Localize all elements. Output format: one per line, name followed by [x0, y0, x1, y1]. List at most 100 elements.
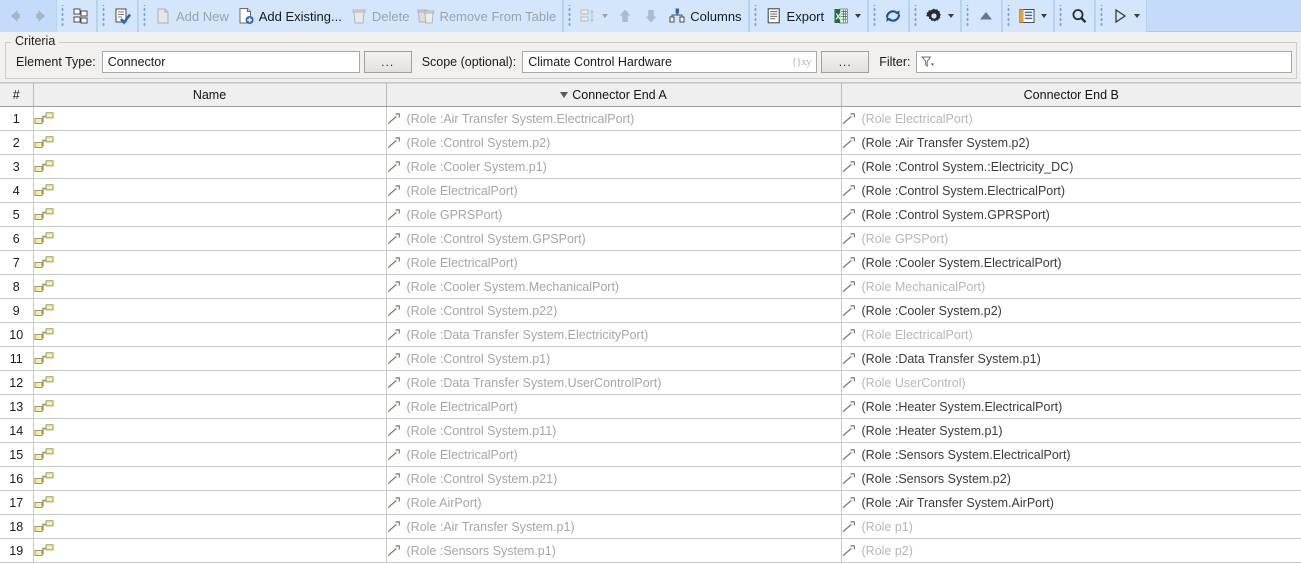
column-header-end-a[interactable]: Connector End A [386, 83, 842, 107]
column-header-name[interactable]: Name [33, 83, 387, 107]
options-button[interactable] [921, 3, 947, 29]
chevron-down-icon[interactable] [855, 14, 862, 18]
delete-button[interactable]: Delete [346, 3, 414, 29]
export-excel-button[interactable]: X [828, 3, 854, 29]
filter-funnel-icon[interactable] [921, 56, 935, 68]
table-row[interactable]: 12 (Role :Data Transfer System.UserContro… [0, 370, 1301, 395]
table-row[interactable]: 4 (Role ElectricalPort) (Role :Control Sys… [0, 178, 1301, 203]
refresh-button[interactable] [880, 3, 906, 29]
connector-end-a-cell[interactable]: (Role ElectricalPort) [386, 442, 842, 467]
connector-end-b-cell[interactable]: (Role :Sensors System.ElectricalPort) [841, 442, 1301, 467]
table-row[interactable]: 7 (Role ElectricalPort) (Role :Cooler Syst… [0, 250, 1301, 275]
connector-end-a-cell[interactable]: (Role :Data Transfer System.ElectricityP… [386, 322, 842, 347]
name-cell[interactable] [33, 346, 387, 371]
connector-end-a-cell[interactable]: (Role :Control System.p21) [386, 466, 842, 491]
column-header-number[interactable]: # [0, 83, 34, 107]
chevron-down-icon[interactable] [1134, 14, 1141, 18]
connector-end-b-cell[interactable]: (Role MechanicalPort) [841, 274, 1301, 299]
connector-end-a-cell[interactable]: (Role :Control System.p11) [386, 418, 842, 443]
remove-from-table-button[interactable]: Remove From Table [413, 3, 560, 29]
table-row[interactable]: 2 (Role :Control System.p2) (Role :Air Tra… [0, 130, 1301, 155]
name-cell[interactable] [33, 154, 387, 179]
collapse-button[interactable] [973, 3, 999, 29]
table-row[interactable]: 13 (Role ElectricalPort) (Role :Heater Sys… [0, 394, 1301, 419]
name-cell[interactable] [33, 298, 387, 323]
table-row[interactable]: 17 (Role AirPort) (Role :Air Transfer Syst… [0, 490, 1301, 515]
connector-end-b-cell[interactable]: (Role :Sensors System.p2) [841, 466, 1301, 491]
scope-input[interactable]: Climate Control Hardware {}xy [522, 51, 818, 73]
name-cell[interactable] [33, 226, 387, 251]
name-cell[interactable] [33, 178, 387, 203]
results-table-container[interactable]: # Name Connector End A Connector End B 1… [0, 83, 1301, 563]
scope-browse-button[interactable]: ... [821, 51, 870, 73]
connector-end-a-cell[interactable]: (Role :Air Transfer System.ElectricalPor… [386, 106, 842, 131]
connector-end-b-cell[interactable]: (Role :Data Transfer System.p1) [841, 346, 1301, 371]
connector-end-a-cell[interactable]: (Role GPRSPort) [386, 202, 842, 227]
add-new-button[interactable]: Add New [150, 3, 233, 29]
name-cell[interactable] [33, 538, 387, 563]
connector-end-b-cell[interactable]: (Role p2) [841, 538, 1301, 563]
chevron-down-icon[interactable] [948, 14, 955, 18]
forward-button[interactable] [28, 3, 54, 29]
name-cell[interactable] [33, 394, 387, 419]
name-cell[interactable] [33, 466, 387, 491]
connector-end-b-cell[interactable]: (Role p1) [841, 514, 1301, 539]
connector-end-b-cell[interactable]: (Role :Heater System.ElectricalPort) [841, 394, 1301, 419]
connector-end-b-cell[interactable]: (Role :Air Transfer System.p2) [841, 130, 1301, 155]
move-up-button[interactable] [612, 3, 638, 29]
name-cell[interactable] [33, 490, 387, 515]
connector-end-b-cell[interactable]: (Role :Air Transfer System.AirPort) [841, 490, 1301, 515]
run-button[interactable] [1107, 3, 1133, 29]
connector-end-a-cell[interactable]: (Role ElectricalPort) [386, 250, 842, 275]
table-row[interactable]: 15 (Role ElectricalPort) (Role :Sensors Sy… [0, 442, 1301, 467]
connector-end-b-cell[interactable]: (Role :Heater System.p1) [841, 418, 1301, 443]
element-type-browse-button[interactable]: ... [363, 51, 412, 73]
toolbar-group-grip[interactable] [567, 5, 574, 27]
table-row[interactable]: 11 (Role :Control System.p1) (Role :Data T… [0, 346, 1301, 371]
table-row[interactable]: 10 (Role :Data Transfer System.Electricit… [0, 322, 1301, 347]
toolbar-group-grip[interactable] [101, 5, 107, 27]
name-cell[interactable] [33, 370, 387, 395]
connector-end-a-cell[interactable]: (Role :Control System.p22) [386, 298, 842, 323]
connector-end-b-cell[interactable]: (Role :Control System.GPRSPort) [841, 202, 1301, 227]
connector-end-a-cell[interactable]: (Role :Cooler System.p1) [386, 154, 842, 179]
table-row[interactable]: 8 (Role :Cooler System.MechanicalPort) (Ro… [0, 274, 1301, 299]
name-cell[interactable] [33, 514, 387, 539]
connector-end-a-cell[interactable]: (Role :Control System.p2) [386, 130, 842, 155]
toolbar-group-grip[interactable] [872, 5, 879, 27]
table-row[interactable]: 18 (Role :Air Transfer System.p1) (Role p1… [0, 514, 1301, 539]
name-cell[interactable] [33, 106, 387, 131]
table-row[interactable]: 5 (Role GPRSPort) (Role :Control System.GP… [0, 202, 1301, 227]
table-row[interactable]: 19 (Role :Sensors System.p1) (Role p2) [0, 538, 1301, 563]
toolbar-group-grip[interactable] [60, 5, 66, 27]
connector-end-b-cell[interactable]: (Role UserControl) [841, 370, 1301, 395]
column-header-end-b[interactable]: Connector End B [841, 83, 1301, 107]
connector-end-a-cell[interactable]: (Role :Cooler System.MechanicalPort) [386, 274, 842, 299]
connector-end-a-cell[interactable]: (Role :Sensors System.p1) [386, 538, 842, 563]
connector-end-a-cell[interactable]: (Role :Data Transfer System.UserControlP… [386, 370, 842, 395]
table-row[interactable]: 1 (Role :Air Transfer System.ElectricalPo… [0, 106, 1301, 131]
connector-end-b-cell[interactable]: (Role :Cooler System.p2) [841, 298, 1301, 323]
connector-end-a-cell[interactable]: (Role ElectricalPort) [386, 178, 842, 203]
show-hierarchy-button[interactable] [68, 3, 94, 29]
name-cell[interactable] [33, 250, 387, 275]
connector-end-b-cell[interactable]: (Role ElectricalPort) [841, 106, 1301, 131]
legend-button[interactable] [1014, 3, 1040, 29]
add-existing-button[interactable]: Add Existing... [233, 3, 346, 29]
connector-end-b-cell[interactable]: (Role :Control System.:Electricity_DC) [841, 154, 1301, 179]
toolbar-group-grip[interactable] [913, 5, 920, 27]
table-row[interactable]: 14 (Role :Control System.p11) (Role :Heate… [0, 418, 1301, 443]
toolbar-group-grip[interactable] [965, 5, 972, 27]
connector-end-a-cell[interactable]: (Role :Control System.p1) [386, 346, 842, 371]
connector-end-b-cell[interactable]: (Role :Control System.ElectricalPort) [841, 178, 1301, 203]
toolbar-group-grip[interactable] [1058, 5, 1065, 27]
connector-end-a-cell[interactable]: (Role :Control System.GPSPort) [386, 226, 842, 251]
table-row[interactable]: 6 (Role :Control System.GPSPort) (Role GPS… [0, 226, 1301, 251]
name-cell[interactable] [33, 202, 387, 227]
validate-button[interactable] [109, 3, 135, 29]
element-type-input[interactable]: Connector [101, 51, 360, 73]
table-row[interactable]: 9 (Role :Control System.p22) (Role :Cooler… [0, 298, 1301, 323]
search-button[interactable] [1066, 3, 1092, 29]
connector-end-b-cell[interactable]: (Role ElectricalPort) [841, 322, 1301, 347]
connector-end-b-cell[interactable]: (Role :Cooler System.ElectricalPort) [841, 250, 1301, 275]
